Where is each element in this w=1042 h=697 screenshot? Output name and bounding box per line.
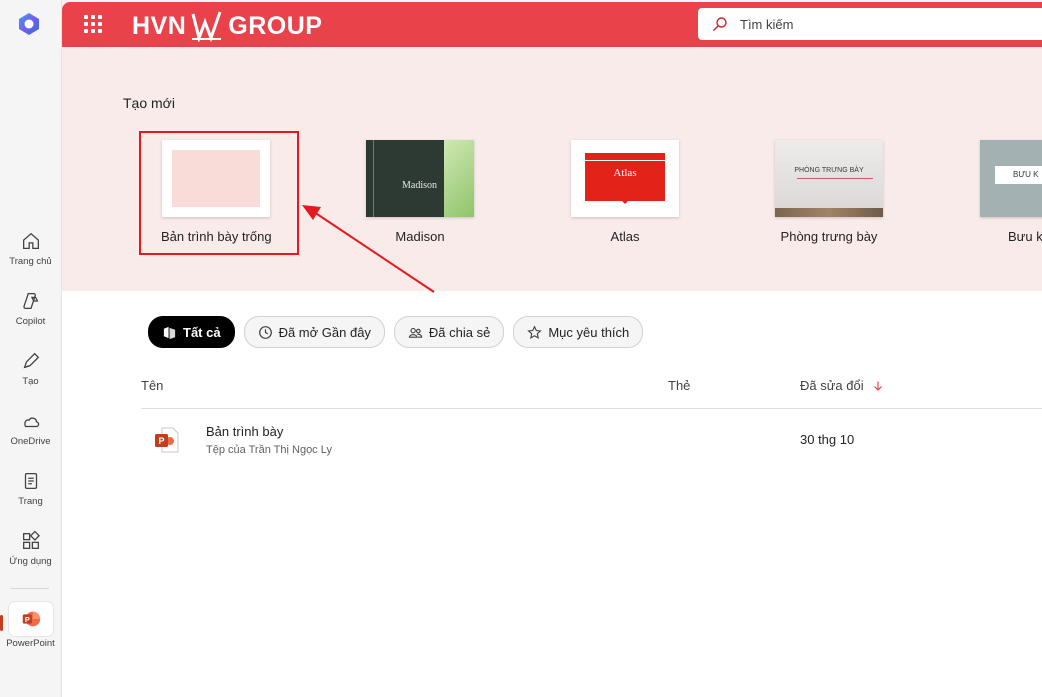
template-thumbnail: PHÒNG TRƯNG BÀY (775, 140, 883, 217)
people-icon (408, 327, 423, 338)
column-header-name[interactable]: Tên (141, 378, 163, 393)
filter-favorites[interactable]: Mục yêu thích (513, 316, 644, 348)
powerpoint-tile: P (8, 602, 53, 636)
column-header-label: Đã sửa đổi (800, 378, 864, 393)
template-thumbnail: Madison (366, 140, 474, 217)
company-logo[interactable]: HVN GROUP (132, 10, 322, 42)
filter-label: Đã chia sẻ (428, 324, 491, 340)
clock-icon (258, 325, 272, 339)
table-row[interactable]: P Bản trình bày Tệp của Trần Thị Ngọc Ly… (141, 412, 1042, 468)
brand-left-text: HVN (132, 11, 187, 40)
app-launcher-icon[interactable] (84, 15, 102, 33)
brand-mark-icon (191, 11, 222, 42)
column-header-modified[interactable]: Đã sửa đổi (800, 378, 884, 393)
thumb-text: BƯU K (1013, 170, 1039, 179)
template-gallery[interactable]: PHÒNG TRƯNG BÀY Phòng trưng bày (775, 140, 883, 244)
template-atlas[interactable]: Atlas Atlas (571, 140, 679, 244)
thumb-text: Madison (402, 180, 437, 191)
star-icon (527, 324, 543, 339)
file-modified-date: 30 thg 10 (800, 432, 855, 447)
rail-item-home[interactable]: Trang chủ (0, 230, 61, 267)
filter-pills: Tất cả Đã mở Gần đây Đã chia sẻ Mục yêu … (148, 316, 644, 348)
thumb-text: Atlas (613, 167, 637, 179)
cloud-icon (23, 417, 39, 428)
template-name: Madison (395, 229, 445, 244)
template-postcard[interactable]: BƯU K Bưu k (980, 140, 1042, 244)
powerpoint-icon: P (22, 611, 40, 627)
microsoft-365-logo-icon[interactable] (17, 12, 41, 36)
rail-label: Copilot (15, 316, 46, 327)
template-madison[interactable]: Madison Madison (366, 140, 474, 244)
rail-item-onedrive[interactable]: OneDrive (0, 410, 61, 447)
rail-label: OneDrive (10, 436, 51, 447)
create-new-section: Tạo mới Bản trình bày trống Madison Madi… (62, 47, 1042, 291)
powerpoint-file-icon: P (155, 427, 179, 453)
file-name[interactable]: Bản trình bày (206, 424, 283, 439)
page-icon (24, 473, 37, 489)
rail-item-powerpoint[interactable]: P PowerPoint (0, 602, 61, 649)
rail-label: Trang chủ (9, 256, 52, 267)
template-name: Bưu k (1008, 229, 1042, 244)
filter-label: Mục yêu thích (548, 324, 630, 340)
rail-label: PowerPoint (6, 638, 55, 649)
filter-recent[interactable]: Đã mở Gần đây (243, 316, 385, 348)
svg-text:P: P (158, 436, 164, 446)
top-bar: HVN GROUP (62, 2, 1042, 47)
rail-item-copilot[interactable]: Copilot (0, 290, 61, 327)
main-content: HVN GROUP Tạo mới Bản trình bày trống Ma… (62, 2, 1042, 697)
rail-label: Trang (18, 496, 43, 507)
column-header-tag[interactable]: Thẻ (668, 378, 690, 393)
app-rail: Trang chủ Copilot Tạo OneDrive Trang Ứng… (0, 0, 62, 697)
rail-item-apps[interactable]: Ứng dụng (0, 530, 61, 567)
rail-item-pages[interactable]: Trang (0, 470, 61, 507)
apps-icon (22, 530, 40, 549)
header-divider (141, 408, 1042, 409)
filter-label: Đã mở Gần đây (278, 324, 371, 340)
svg-text:P: P (24, 615, 29, 624)
template-name: Phòng trưng bày (780, 229, 878, 244)
create-pen-icon (23, 352, 39, 369)
search-box[interactable] (698, 8, 1042, 40)
filter-all[interactable]: Tất cả (148, 316, 235, 348)
copilot-icon (22, 293, 38, 309)
rail-divider (11, 588, 49, 589)
highlight-box (139, 131, 299, 255)
rail-label: Ứng dụng (9, 556, 52, 567)
search-input[interactable] (738, 15, 1022, 33)
brand-right-text: GROUP (228, 11, 323, 40)
file-owner: Tệp của Trần Thị Ngọc Ly (206, 444, 332, 456)
rail-label: Tạo (22, 376, 39, 387)
filter-shared[interactable]: Đã chia sẻ (393, 316, 505, 348)
template-thumbnail: Atlas (571, 140, 679, 217)
section-title: Tạo mới (123, 95, 175, 111)
template-thumbnail: BƯU K (980, 140, 1042, 217)
all-files-icon (163, 326, 176, 339)
thumb-text: PHÒNG TRƯNG BÀY (794, 167, 864, 174)
arrow-down-icon (873, 381, 882, 391)
template-name: Atlas (610, 229, 640, 244)
home-icon (22, 232, 39, 249)
filter-label: Tất cả (183, 324, 221, 340)
search-icon (713, 17, 727, 31)
rail-item-create[interactable]: Tạo (0, 350, 61, 387)
